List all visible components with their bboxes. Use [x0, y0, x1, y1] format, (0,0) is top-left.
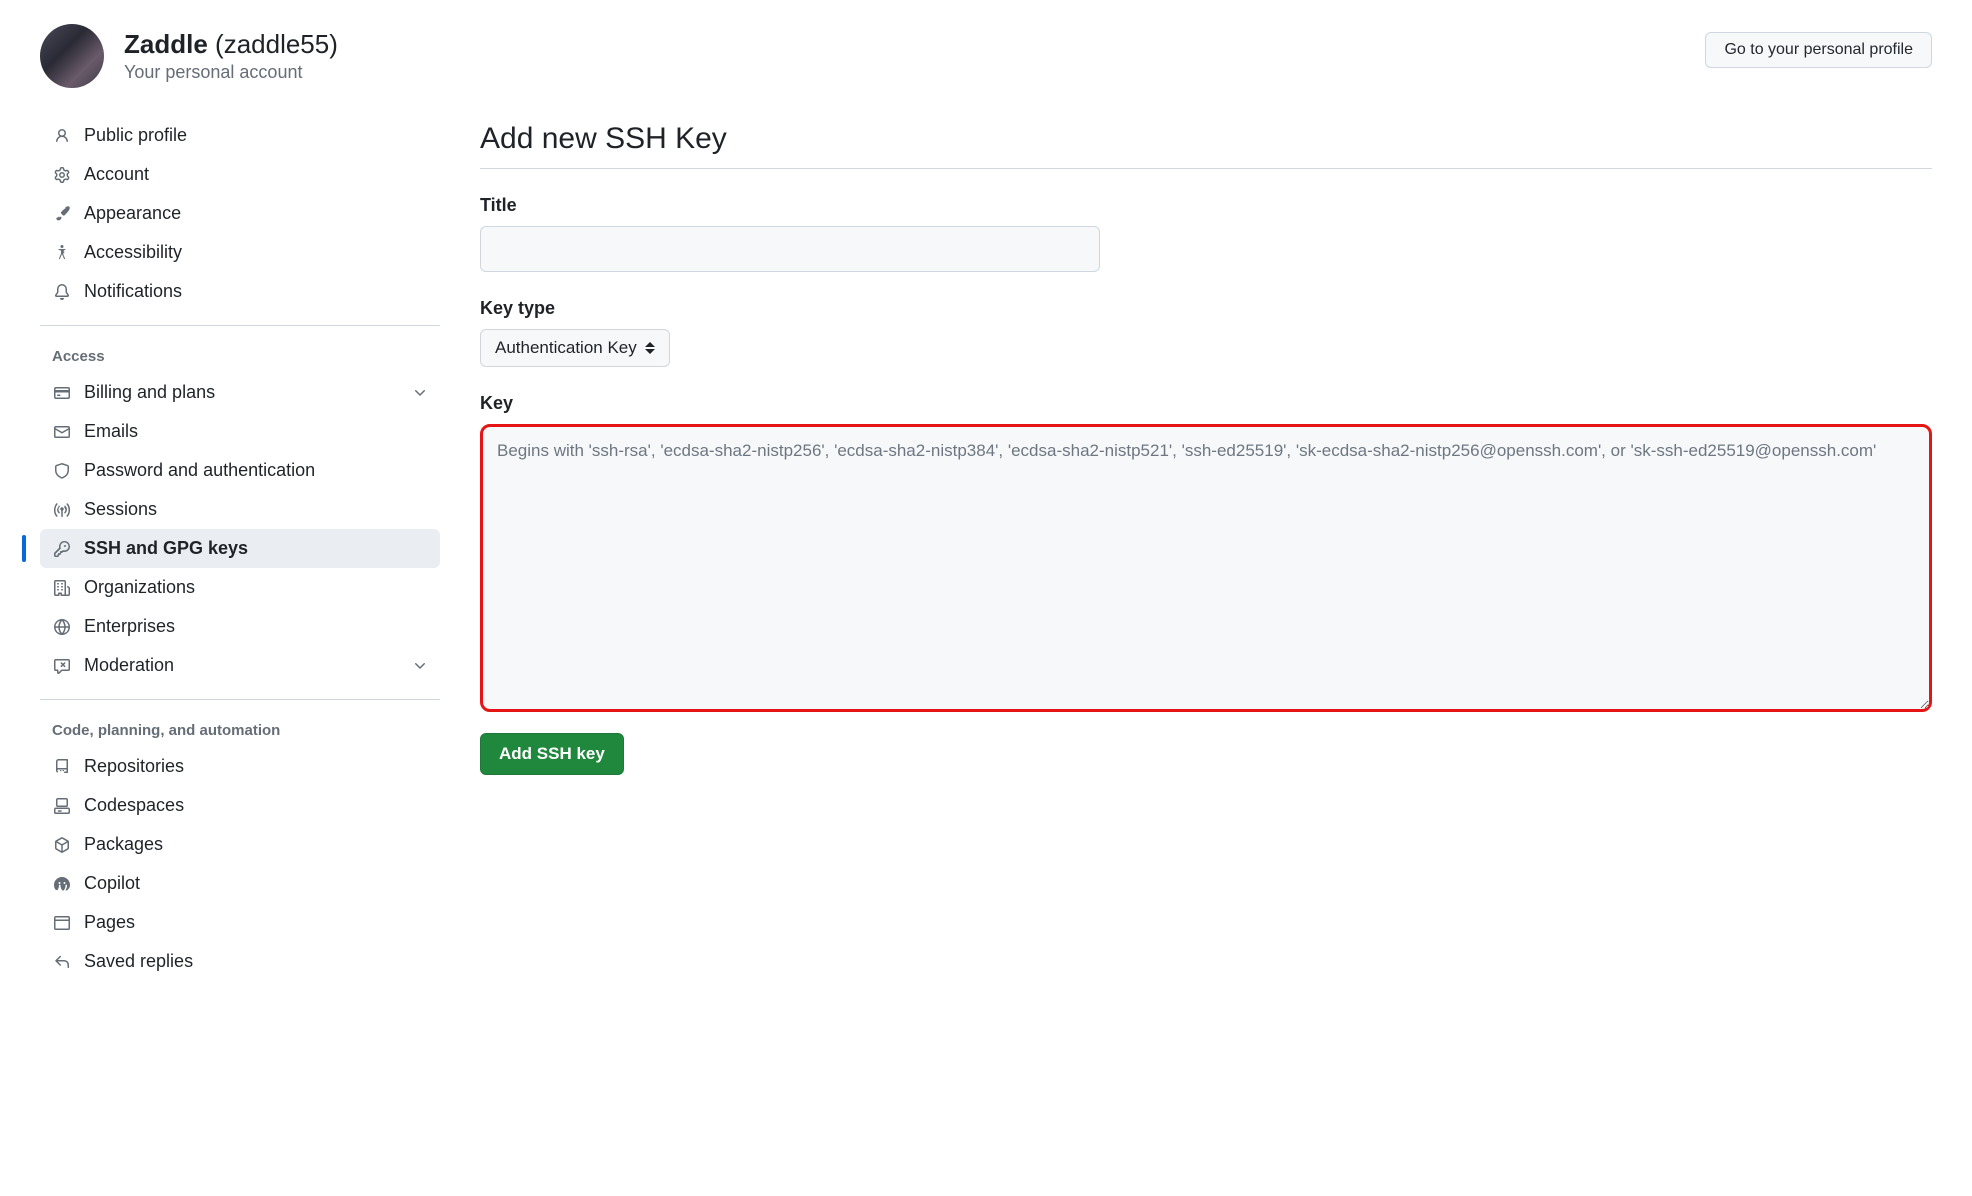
sidebar-item-label: Enterprises: [84, 616, 428, 637]
repo-icon: [52, 757, 72, 777]
keytype-selected-value: Authentication Key: [495, 338, 637, 358]
bell-icon: [52, 282, 72, 302]
sidebar-item-emails[interactable]: Emails: [40, 412, 440, 451]
sidebar-item-label: Sessions: [84, 499, 428, 520]
sidebar-item-label: Notifications: [84, 281, 428, 302]
sidebar-item-label: Billing and plans: [84, 382, 400, 403]
go-to-profile-button[interactable]: Go to your personal profile: [1705, 32, 1932, 68]
sidebar-item-label: Account: [84, 164, 428, 185]
sidebar-item-label: Password and authentication: [84, 460, 428, 481]
accessibility-icon: [52, 243, 72, 263]
report-icon: [52, 656, 72, 676]
title-label: Title: [480, 195, 1932, 216]
profile-subtitle: Your personal account: [124, 62, 338, 83]
sidebar-item-label: Moderation: [84, 655, 400, 676]
sidebar-item-label: SSH and GPG keys: [84, 538, 428, 559]
username: (zaddle55): [215, 29, 338, 59]
form-group-key: Key: [480, 393, 1932, 715]
page-title: Add new SSH Key: [480, 122, 1932, 169]
sidebar-item-label: Appearance: [84, 203, 428, 224]
sidebar-item-label: Organizations: [84, 577, 428, 598]
avatar[interactable]: [40, 24, 104, 88]
form-group-keytype: Key type Authentication Key: [480, 298, 1932, 367]
sidebar-item-pages[interactable]: Pages: [40, 903, 440, 942]
sidebar-item-label: Codespaces: [84, 795, 428, 816]
key-textarea[interactable]: [480, 424, 1932, 712]
sidebar-item-copilot[interactable]: Copilot: [40, 864, 440, 903]
credit-card-icon: [52, 383, 72, 403]
sidebar-item-repositories[interactable]: Repositories: [40, 747, 440, 786]
chevron-down-icon: [412, 385, 428, 401]
sidebar-item-label: Emails: [84, 421, 428, 442]
sidebar-item-label: Repositories: [84, 756, 428, 777]
sidebar-item-codespaces[interactable]: Codespaces: [40, 786, 440, 825]
codespaces-icon: [52, 796, 72, 816]
shield-icon: [52, 461, 72, 481]
sidebar-item-moderation[interactable]: Moderation: [40, 646, 440, 685]
gear-icon: [52, 165, 72, 185]
sidebar-item-packages[interactable]: Packages: [40, 825, 440, 864]
select-caret-icon: [645, 342, 655, 354]
mail-icon: [52, 422, 72, 442]
page-header: Zaddle (zaddle55) Your personal account …: [40, 24, 1932, 88]
sidebar-item-ssh-keys[interactable]: SSH and GPG keys: [40, 529, 440, 568]
copilot-icon: [52, 874, 72, 894]
key-icon: [52, 539, 72, 559]
sidebar-item-account[interactable]: Account: [40, 155, 440, 194]
sidebar-item-appearance[interactable]: Appearance: [40, 194, 440, 233]
reply-icon: [52, 952, 72, 972]
nav-divider: [40, 699, 440, 700]
sidebar-item-label: Accessibility: [84, 242, 428, 263]
sidebar-item-enterprises[interactable]: Enterprises: [40, 607, 440, 646]
sidebar-item-label: Packages: [84, 834, 428, 855]
sidebar-item-accessibility[interactable]: Accessibility: [40, 233, 440, 272]
brush-icon: [52, 204, 72, 224]
keytype-label: Key type: [480, 298, 1932, 319]
sidebar-item-label: Copilot: [84, 873, 428, 894]
profile-title: Zaddle (zaddle55): [124, 29, 338, 60]
sidebar-item-public-profile[interactable]: Public profile: [40, 116, 440, 155]
sidebar-item-label: Pages: [84, 912, 428, 933]
sidebar-item-billing[interactable]: Billing and plans: [40, 373, 440, 412]
person-icon: [52, 126, 72, 146]
sidebar-item-notifications[interactable]: Notifications: [40, 272, 440, 311]
broadcast-icon: [52, 500, 72, 520]
nav-group-access: Access: [40, 340, 440, 373]
nav-group-code: Code, planning, and automation: [40, 714, 440, 747]
title-input[interactable]: [480, 226, 1100, 272]
sidebar-item-sessions[interactable]: Sessions: [40, 490, 440, 529]
sidebar-item-password[interactable]: Password and authentication: [40, 451, 440, 490]
sidebar-item-organizations[interactable]: Organizations: [40, 568, 440, 607]
org-icon: [52, 578, 72, 598]
sidebar-item-label: Public profile: [84, 125, 428, 146]
settings-sidebar: Public profile Account Appearance Access…: [40, 116, 440, 981]
add-ssh-key-button[interactable]: Add SSH key: [480, 733, 624, 775]
form-group-title: Title: [480, 195, 1932, 272]
globe-icon: [52, 617, 72, 637]
browser-icon: [52, 913, 72, 933]
package-icon: [52, 835, 72, 855]
nav-divider: [40, 325, 440, 326]
chevron-down-icon: [412, 658, 428, 674]
key-label: Key: [480, 393, 1932, 414]
display-name: Zaddle: [124, 29, 208, 59]
keytype-select[interactable]: Authentication Key: [480, 329, 670, 367]
sidebar-item-saved-replies[interactable]: Saved replies: [40, 942, 440, 981]
main-content: Add new SSH Key Title Key type Authentic…: [480, 116, 1932, 981]
sidebar-item-label: Saved replies: [84, 951, 428, 972]
